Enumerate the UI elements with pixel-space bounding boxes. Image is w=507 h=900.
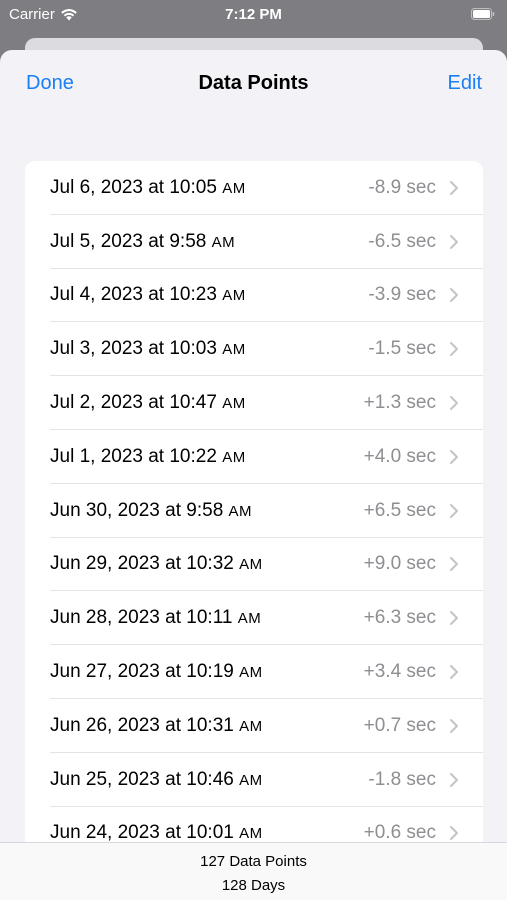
- row-offset: +6.3 sec: [363, 607, 436, 629]
- screen: Carrier 7:12 PM Done Data Points Edit Ju…: [0, 0, 507, 900]
- list-item[interactable]: Jul 2, 2023 at 10:47 AM +1.3 sec: [25, 376, 483, 430]
- row-date: Jul 2, 2023 at 10:47 AM: [50, 392, 246, 414]
- row-ampm: AM: [222, 287, 246, 305]
- row-date-text: Jul 1, 2023 at 10:22: [50, 445, 217, 467]
- list-item[interactable]: Jun 27, 2023 at 10:19 AM +3.4 sec: [25, 645, 483, 699]
- row-date-text: Jun 27, 2023 at 10:19: [50, 661, 234, 683]
- chevron-right-icon: [450, 772, 458, 787]
- list-item[interactable]: Jun 29, 2023 at 10:32 AM +9.0 sec: [25, 538, 483, 592]
- row-ampm: AM: [222, 179, 246, 197]
- row-date: Jul 1, 2023 at 10:22 AM: [50, 446, 246, 468]
- row-ampm: AM: [239, 556, 263, 574]
- row-date-text: Jul 2, 2023 at 10:47: [50, 392, 217, 414]
- chevron-right-icon: [450, 288, 458, 303]
- row-offset: -1.8 sec: [368, 768, 436, 790]
- row-date: Jul 3, 2023 at 10:03 AM: [50, 338, 246, 360]
- chevron-right-icon: [450, 180, 458, 195]
- status-bar: Carrier 7:12 PM: [0, 0, 507, 30]
- row-ampm: AM: [222, 341, 246, 359]
- list-item[interactable]: Jun 28, 2023 at 10:11 AM +6.3 sec: [25, 591, 483, 645]
- edit-button[interactable]: Edit: [448, 72, 482, 95]
- data-points-count: 127 Data Points: [200, 853, 307, 870]
- row-ampm: AM: [239, 825, 263, 843]
- chevron-right-icon: [450, 342, 458, 357]
- row-date-text: Jul 5, 2023 at 9:58: [50, 230, 207, 252]
- row-date-text: Jun 30, 2023 at 9:58: [50, 499, 224, 521]
- row-date-text: Jul 3, 2023 at 10:03: [50, 338, 217, 360]
- row-offset: +3.4 sec: [363, 661, 436, 683]
- row-ampm: AM: [222, 448, 246, 466]
- battery-icon: [471, 8, 495, 20]
- chevron-right-icon: [450, 718, 458, 733]
- list-item[interactable]: Jun 26, 2023 at 10:31 AM +0.7 sec: [25, 699, 483, 753]
- row-ampm: AM: [211, 233, 236, 251]
- row-date-text: Jun 29, 2023 at 10:32: [50, 553, 234, 575]
- row-date-text: Jul 6, 2023 at 10:05: [50, 176, 217, 198]
- row-ampm: AM: [222, 395, 246, 413]
- status-time: 7:12 PM: [225, 6, 282, 23]
- days-count: 128 Days: [221, 877, 286, 894]
- list-item[interactable]: Jul 1, 2023 at 10:22 AM +4.0 sec: [25, 430, 483, 484]
- row-date: Jul 5, 2023 at 9:58 AM: [50, 231, 235, 253]
- chevron-right-icon: [450, 826, 458, 841]
- row-date: Jun 29, 2023 at 10:32 AM: [50, 553, 263, 575]
- row-offset: -1.5 sec: [368, 338, 436, 360]
- list-item[interactable]: Jun 25, 2023 at 10:46 AM -1.8 sec: [25, 753, 483, 807]
- list-item[interactable]: Jul 6, 2023 at 10:05 AM -8.9 sec: [25, 161, 483, 215]
- row-ampm: AM: [228, 502, 253, 520]
- row-offset: +0.7 sec: [363, 714, 436, 736]
- row-date: Jun 27, 2023 at 10:19 AM: [50, 661, 263, 683]
- row-offset: -8.9 sec: [368, 176, 436, 198]
- chevron-right-icon: [450, 449, 458, 464]
- list-item[interactable]: Jul 4, 2023 at 10:23 AM -3.9 sec: [25, 269, 483, 323]
- chevron-right-icon: [450, 396, 458, 411]
- row-date-text: Jun 24, 2023 at 10:01: [50, 822, 234, 844]
- chevron-right-icon: [450, 665, 458, 680]
- row-date-text: Jun 26, 2023 at 10:31: [50, 714, 234, 736]
- nav-bar: Done Data Points Edit: [0, 50, 507, 120]
- row-ampm: AM: [239, 717, 263, 735]
- row-ampm: AM: [237, 610, 262, 628]
- row-date: Jun 26, 2023 at 10:31 AM: [50, 715, 263, 737]
- page-title: Data Points: [198, 72, 309, 94]
- row-ampm: AM: [239, 664, 263, 682]
- row-date-text: Jun 28, 2023 at 10:11: [50, 607, 233, 629]
- row-date: Jun 30, 2023 at 9:58 AM: [50, 500, 252, 522]
- list-item[interactable]: Jun 30, 2023 at 9:58 AM +6.5 sec: [25, 484, 483, 538]
- chevron-right-icon: [450, 611, 458, 626]
- row-offset: -6.5 sec: [368, 230, 436, 252]
- row-ampm: AM: [239, 771, 263, 789]
- data-points-sheet: Done Data Points Edit Jul 6, 2023 at 10:…: [0, 50, 507, 900]
- chevron-right-icon: [450, 503, 458, 518]
- row-offset: +4.0 sec: [363, 445, 436, 467]
- row-offset: +9.0 sec: [363, 553, 436, 575]
- row-offset: -3.9 sec: [368, 284, 436, 306]
- list-item[interactable]: Jul 5, 2023 at 9:58 AM -6.5 sec: [25, 215, 483, 269]
- list-item[interactable]: Jul 3, 2023 at 10:03 AM -1.5 sec: [25, 322, 483, 376]
- row-date: Jul 4, 2023 at 10:23 AM: [50, 284, 246, 306]
- chevron-right-icon: [450, 234, 458, 249]
- footer-summary: 127 Data Points 128 Days: [0, 842, 507, 900]
- row-date-text: Jun 25, 2023 at 10:46: [50, 768, 234, 790]
- chevron-right-icon: [450, 557, 458, 572]
- data-points-list: Jul 6, 2023 at 10:05 AM -8.9 sec Jul 5, 20…: [25, 161, 483, 861]
- row-date: Jul 6, 2023 at 10:05 AM: [50, 177, 246, 199]
- row-offset: +6.5 sec: [363, 499, 436, 521]
- row-date: Jun 28, 2023 at 10:11 AM: [50, 607, 261, 629]
- row-offset: +1.3 sec: [363, 392, 436, 414]
- row-date: Jun 25, 2023 at 10:46 AM: [50, 769, 263, 791]
- row-date-text: Jul 4, 2023 at 10:23: [50, 284, 217, 306]
